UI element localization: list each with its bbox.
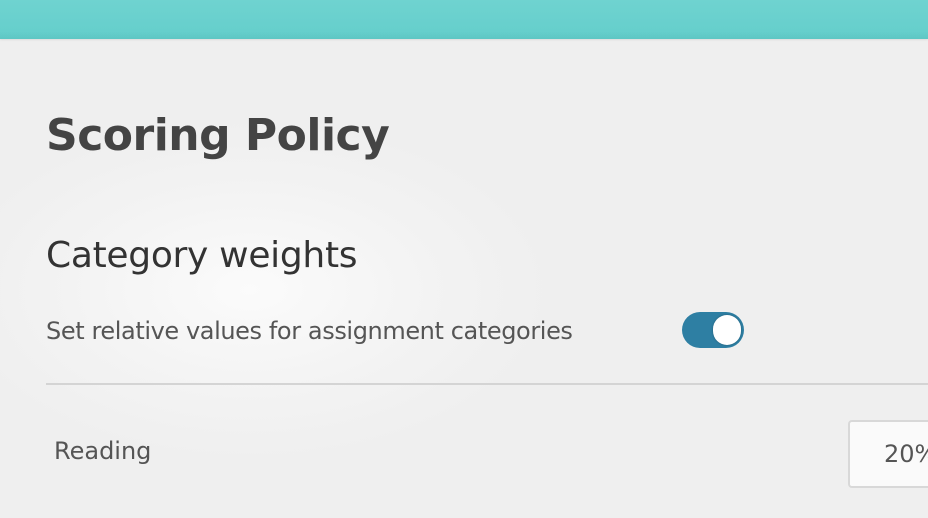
toggle-knob xyxy=(713,315,741,345)
category-row-reading: Reading xyxy=(0,420,928,490)
category-label: Reading xyxy=(54,437,152,465)
category-weights-toggle[interactable] xyxy=(682,312,744,348)
category-weights-heading: Category weights xyxy=(46,235,358,276)
page-title: Scoring Policy xyxy=(46,110,390,161)
section-divider xyxy=(46,383,928,385)
category-weights-toggle-row: Set relative values for assignment categ… xyxy=(46,310,744,352)
scoring-policy-page: Scoring Policy Category weights Set rela… xyxy=(0,0,928,518)
category-weights-toggle-label: Set relative values for assignment categ… xyxy=(46,317,573,345)
top-banner xyxy=(0,0,928,39)
reading-weight-input[interactable] xyxy=(848,420,928,488)
